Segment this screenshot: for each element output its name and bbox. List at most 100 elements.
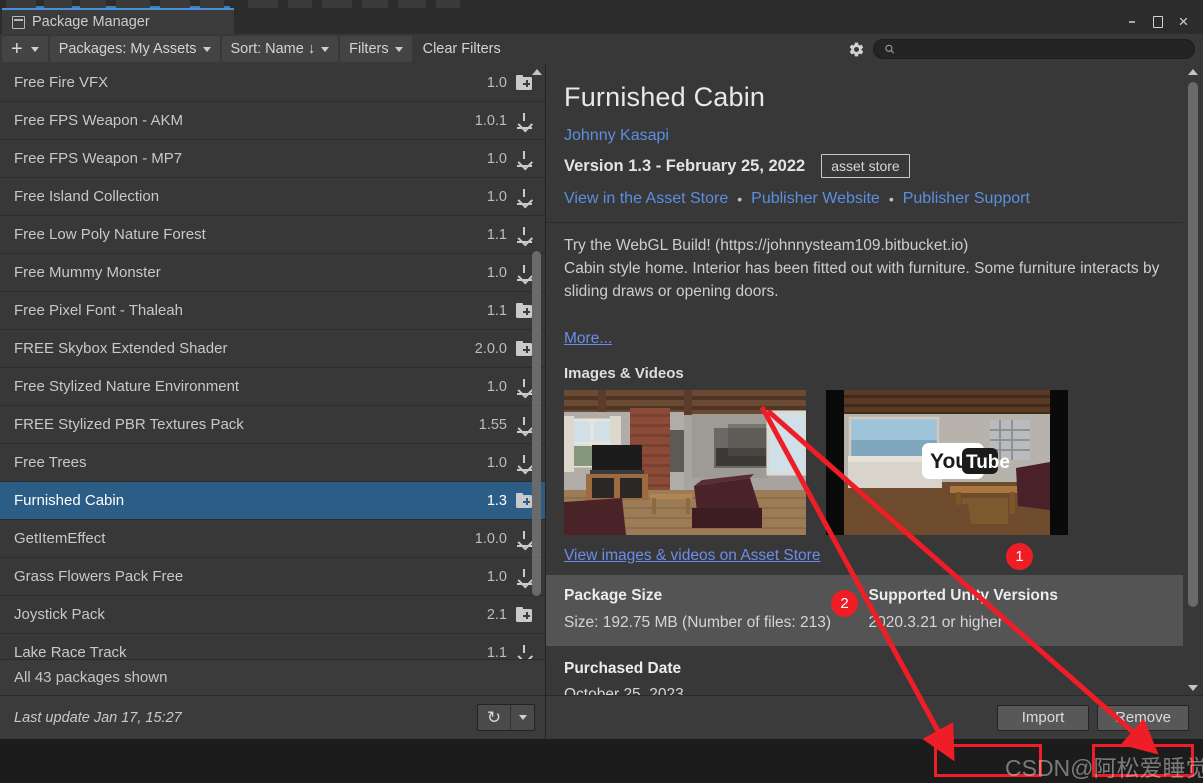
refresh-icon[interactable]: ↻ xyxy=(478,705,511,730)
package-size-heading: Package Size xyxy=(564,586,663,604)
close-icon[interactable]: × xyxy=(1174,12,1193,31)
search-icon xyxy=(885,44,895,54)
package-description: Try the WebGL Build! (https://johnnystea… xyxy=(546,223,1183,355)
package-list-item[interactable]: Free Mummy Monster 1.0 xyxy=(0,254,545,292)
thumbnail-cabin-interior[interactable] xyxy=(564,389,806,535)
package-name: FREE Stylized PBR Textures Pack xyxy=(14,416,244,433)
purchased-date-block: Purchased Date October 25, 2023 xyxy=(546,646,1183,695)
add-package-button[interactable]: + xyxy=(2,36,48,62)
search-input[interactable] xyxy=(901,41,1184,57)
package-list-scrollbar[interactable] xyxy=(530,66,543,693)
package-list-item[interactable]: Free Pixel Font - Thaleah 1.1 xyxy=(0,292,545,330)
action-bar: Import Remove xyxy=(546,695,1203,739)
remove-button[interactable]: Remove xyxy=(1097,704,1189,731)
package-name: Free Low Poly Nature Forest xyxy=(14,226,206,243)
package-list-item[interactable]: Free Fire VFX 1.0 xyxy=(0,64,545,102)
publisher-website-link[interactable]: Publisher Website xyxy=(751,190,880,208)
package-list-item[interactable]: Free Low Poly Nature Forest 1.1 xyxy=(0,216,545,254)
package-version: 1.0 xyxy=(486,454,507,471)
package-name: Free Mummy Monster xyxy=(14,264,161,281)
package-list-item[interactable]: Free FPS Weapon - MP7 1.0 xyxy=(0,140,545,178)
scroll-down-icon[interactable] xyxy=(1187,682,1198,693)
gear-icon[interactable] xyxy=(839,34,873,64)
package-list-item[interactable]: Grass Flowers Pack Free 1.0 xyxy=(0,558,545,596)
package-name: Free FPS Weapon - AKM xyxy=(14,112,183,129)
watermark: CSDN@阿松爱睡觉 xyxy=(1005,755,1203,781)
clear-filters-button[interactable]: Clear Filters xyxy=(414,36,510,62)
annotation-box-remove xyxy=(1092,744,1194,777)
package-version: 1.0 xyxy=(486,264,507,281)
package-detail-scroll: Furnished Cabin Johnny Kasapi Version 1.… xyxy=(546,64,1183,695)
package-version: 1.0.0 xyxy=(474,530,507,547)
filters-dropdown[interactable]: Filters xyxy=(340,36,412,62)
maximize-icon[interactable] xyxy=(1148,12,1167,31)
chevron-down-icon xyxy=(202,46,211,52)
supported-versions-heading: Supported Unity Versions xyxy=(868,586,1058,604)
refresh-dropdown-icon[interactable] xyxy=(511,705,534,730)
package-version: 1.1 xyxy=(486,302,507,319)
thumbnail-youtube-video[interactable]: You Tube xyxy=(826,389,1068,535)
detail-links: View in the Asset Store • Publisher Webs… xyxy=(564,190,1165,208)
clear-filters-label: Clear Filters xyxy=(422,41,501,57)
refresh-group[interactable]: ↻ xyxy=(477,704,535,731)
package-version: 1.0 xyxy=(486,74,507,91)
scroll-up-icon[interactable] xyxy=(1187,66,1198,77)
scrollbar-thumb[interactable] xyxy=(1188,82,1198,607)
scroll-up-icon[interactable] xyxy=(531,66,542,77)
chevron-down-icon xyxy=(321,46,330,52)
packages-shown-label: All 43 packages shown xyxy=(14,669,168,686)
package-manager-toolbar: + Packages: My Assets Sort: Name ↓ Filte… xyxy=(0,34,1203,64)
detail-header: Furnished Cabin Johnny Kasapi Version 1.… xyxy=(546,64,1183,222)
package-name: Free Island Collection xyxy=(14,188,160,205)
package-version: 1.0 xyxy=(486,378,507,395)
svg-text:Tube: Tube xyxy=(966,452,1010,473)
package-list-pane: Free Fire VFX 1.0 Free FPS Weapon - AKM 1.0… xyxy=(0,64,546,739)
package-list-item[interactable]: GetItemEffect 1.0.0 xyxy=(0,520,545,558)
packages-filter-dropdown[interactable]: Packages: My Assets xyxy=(49,36,220,62)
sort-dropdown[interactable]: Sort: Name ↓ xyxy=(221,36,339,62)
package-version: 1.3 xyxy=(486,492,507,509)
package-list-item[interactable]: Free Island Collection 1.0 xyxy=(0,178,545,216)
publisher-support-link[interactable]: Publisher Support xyxy=(903,190,1030,208)
description-more-link[interactable]: More... xyxy=(564,328,612,351)
package-list-item[interactable]: Free Trees 1.0 xyxy=(0,444,545,482)
package-name: Free Fire VFX xyxy=(14,74,109,91)
kebab-menu-icon[interactable] xyxy=(1122,12,1141,31)
package-name: Free Pixel Font - Thaleah xyxy=(14,302,183,319)
description-text: Try the WebGL Build! (https://johnnystea… xyxy=(564,237,1160,300)
package-name: GetItemEffect xyxy=(14,530,106,547)
view-in-asset-store-link[interactable]: View in the Asset Store xyxy=(564,190,728,208)
package-icon xyxy=(12,15,25,29)
thumbnail-strip: You Tube xyxy=(546,388,1183,543)
package-list-item[interactable]: Furnished Cabin 1.3 xyxy=(0,482,545,520)
package-list-item[interactable]: FREE Stylized PBR Textures Pack 1.55 xyxy=(0,406,545,444)
package-info-band: Package Size Size: 192.75 MB (Number of … xyxy=(546,574,1183,646)
package-version: 1.0.1 xyxy=(474,112,507,129)
author-link[interactable]: Johnny Kasapi xyxy=(564,127,1165,145)
package-version: 2.0.0 xyxy=(474,340,507,357)
search-box[interactable] xyxy=(873,39,1195,59)
package-list-item[interactable]: Free FPS Weapon - AKM 1.0.1 xyxy=(0,102,545,140)
main-content: Free Fire VFX 1.0 Free FPS Weapon - AKM 1.0… xyxy=(0,64,1203,739)
package-list[interactable]: Free Fire VFX 1.0 Free FPS Weapon - AKM 1.0… xyxy=(0,64,545,695)
tab-package-manager[interactable]: Package Manager xyxy=(2,8,234,34)
purchased-date-heading: Purchased Date xyxy=(564,659,682,677)
package-name: FREE Skybox Extended Shader xyxy=(14,340,228,357)
chevron-down-icon xyxy=(30,46,39,52)
package-name: Free Stylized Nature Environment xyxy=(14,378,240,395)
purchased-date-value: October 25, 2023 xyxy=(564,685,684,695)
scrollbar-thumb[interactable] xyxy=(532,251,541,596)
detail-scrollbar[interactable] xyxy=(1186,66,1200,693)
packages-filter-label: Packages: My Assets xyxy=(58,41,197,57)
package-size-block: Package Size Size: 192.75 MB (Number of … xyxy=(564,587,861,632)
package-version: 1.0 xyxy=(486,568,507,585)
import-button[interactable]: Import xyxy=(997,704,1089,731)
annotation-box-import xyxy=(934,744,1042,777)
package-list-item[interactable]: FREE Skybox Extended Shader 2.0.0 xyxy=(0,330,545,368)
package-list-item[interactable]: Joystick Pack 2.1 xyxy=(0,596,545,634)
package-list-item[interactable]: Free Stylized Nature Environment 1.0 xyxy=(0,368,545,406)
package-name: Joystick Pack xyxy=(14,606,105,623)
tab-label: Package Manager xyxy=(32,14,150,30)
view-images-videos-link[interactable]: View images & videos on Asset Store xyxy=(546,543,1183,575)
